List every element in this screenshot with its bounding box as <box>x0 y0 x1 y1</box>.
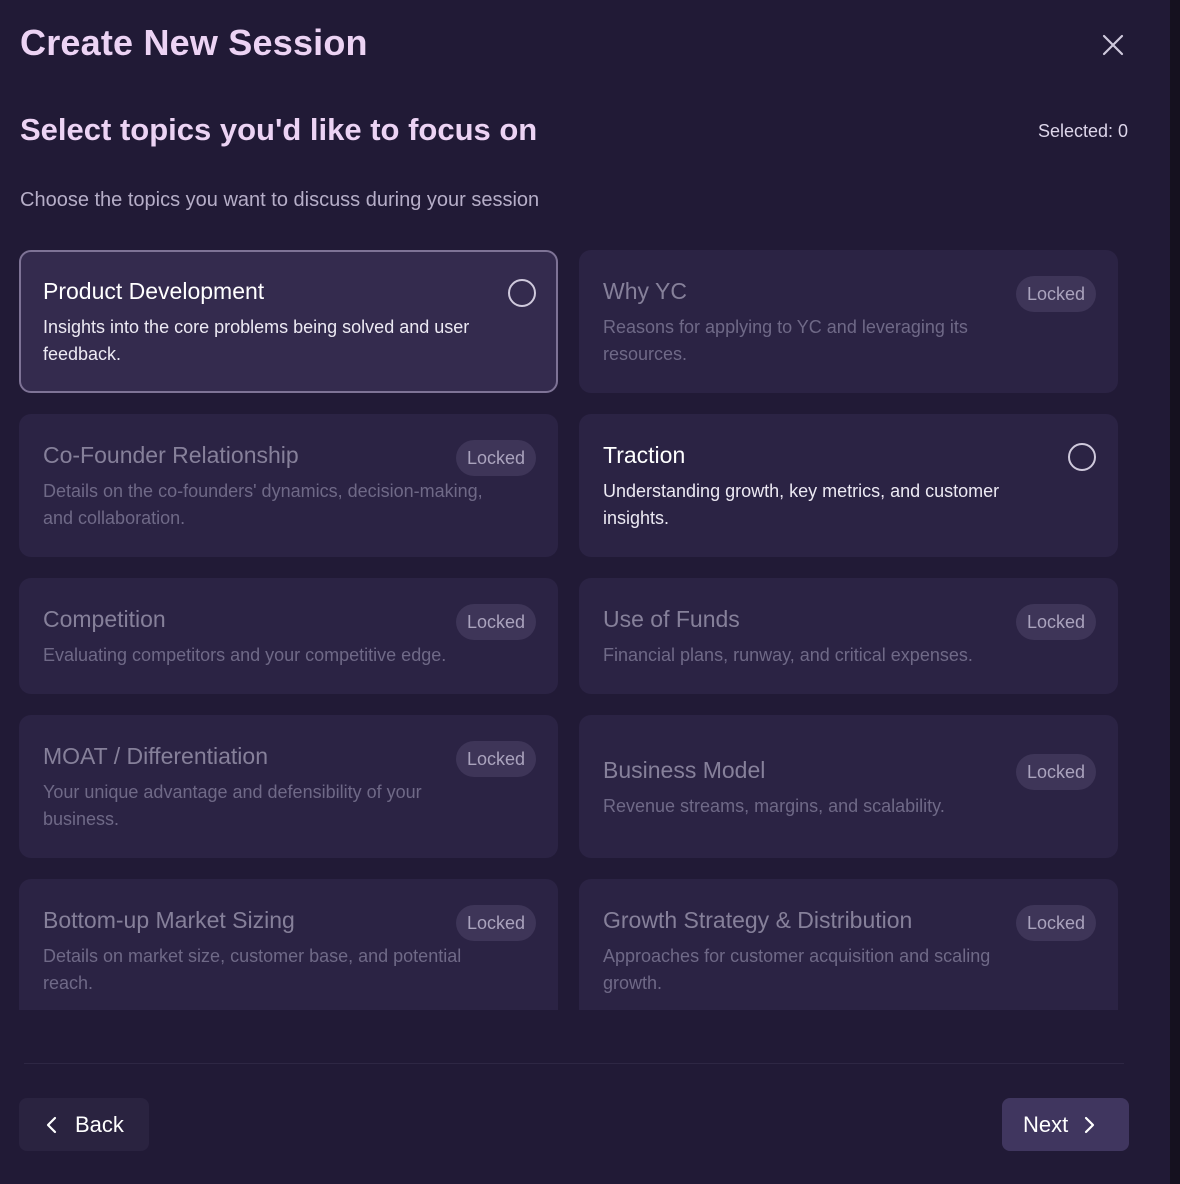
topic-title: Competition <box>43 606 166 632</box>
chevron-left-icon <box>46 1116 57 1133</box>
topic-title: Why YC <box>603 278 687 304</box>
locked-badge: Locked <box>455 741 536 777</box>
topic-title: Co-Founder Relationship <box>43 442 299 468</box>
locked-badge: Locked <box>455 604 536 640</box>
next-label: Next <box>1023 1111 1069 1137</box>
topic-title: Traction <box>603 442 686 468</box>
topic-card-growth-strategy-distribution: Growth Strategy & Distribution Approache… <box>579 879 1118 1010</box>
next-button[interactable]: Next <box>1002 1098 1129 1151</box>
topic-description: Details on market size, customer base, a… <box>43 946 462 993</box>
page-edge <box>1170 0 1180 1184</box>
topic-description: Understanding growth, key metrics, and c… <box>603 481 1000 528</box>
back-label: Back <box>75 1111 124 1137</box>
topic-title: Use of Funds <box>603 606 740 632</box>
selected-count: Selected: 0 <box>1037 121 1128 141</box>
locked-badge: Locked <box>1015 604 1096 640</box>
close-icon <box>1102 34 1124 56</box>
topic-card-why-yc: Why YC Reasons for applying to YC and le… <box>579 250 1118 393</box>
topic-card-use-of-funds: Use of Funds Financial plans, runway, an… <box>579 578 1118 694</box>
chevron-right-icon <box>1085 1116 1095 1133</box>
back-button[interactable]: Back <box>19 1098 149 1151</box>
topic-title: Product Development <box>43 278 265 304</box>
topic-card-bottom-up-market-sizing: Bottom-up Market Sizing Details on marke… <box>19 879 558 1010</box>
radio-icon[interactable] <box>508 279 536 307</box>
topic-description: Reasons for applying to YC and leveragin… <box>603 317 968 364</box>
topic-title: Growth Strategy & Distribution <box>603 907 913 933</box>
topic-description: Financial plans, runway, and critical ex… <box>603 645 973 665</box>
locked-badge: Locked <box>455 440 536 476</box>
locked-badge: Locked <box>455 905 536 941</box>
topic-description: Your unique advantage and defensibility … <box>43 782 422 829</box>
section-description: Choose the topics you want to discuss du… <box>20 189 540 211</box>
topic-description: Insights into the core problems being so… <box>43 317 470 364</box>
radio-icon[interactable] <box>1068 443 1096 471</box>
topic-card-competition: Competition Evaluating competitors and y… <box>19 578 558 694</box>
topic-card-moat-differentiation: MOAT / Differentiation Your unique advan… <box>19 715 558 858</box>
topic-card-business-model: Business Model Revenue streams, margins,… <box>579 715 1118 858</box>
topic-description: Evaluating competitors and your competit… <box>43 645 447 665</box>
topic-title: Bottom-up Market Sizing <box>43 907 295 933</box>
topic-card-traction[interactable]: Traction Understanding growth, key metri… <box>579 414 1118 557</box>
topic-description: Details on the co-founders' dynamics, de… <box>43 481 483 528</box>
create-session-modal: Create New Session Select topics you'd l… <box>0 0 1170 1184</box>
modal-title: Create New Session <box>20 22 368 63</box>
topics-grid: Product Development Insights into the co… <box>19 250 1119 1010</box>
topic-card-co-founder-relationship: Co-Founder Relationship Details on the c… <box>19 414 558 557</box>
topic-description: Revenue streams, margins, and scalabilit… <box>603 796 945 816</box>
locked-badge: Locked <box>1015 276 1096 312</box>
locked-badge: Locked <box>1015 905 1096 941</box>
topic-title: Business Model <box>603 757 766 783</box>
topic-title: MOAT / Differentiation <box>43 743 268 769</box>
footer-divider <box>24 1063 1124 1064</box>
topic-card-product-development[interactable]: Product Development Insights into the co… <box>19 250 558 393</box>
topic-description: Approaches for customer acquisition and … <box>603 946 991 993</box>
locked-badge: Locked <box>1015 754 1096 790</box>
section-heading: Select topics you'd like to focus on <box>20 112 538 147</box>
close-button[interactable] <box>1096 28 1130 62</box>
